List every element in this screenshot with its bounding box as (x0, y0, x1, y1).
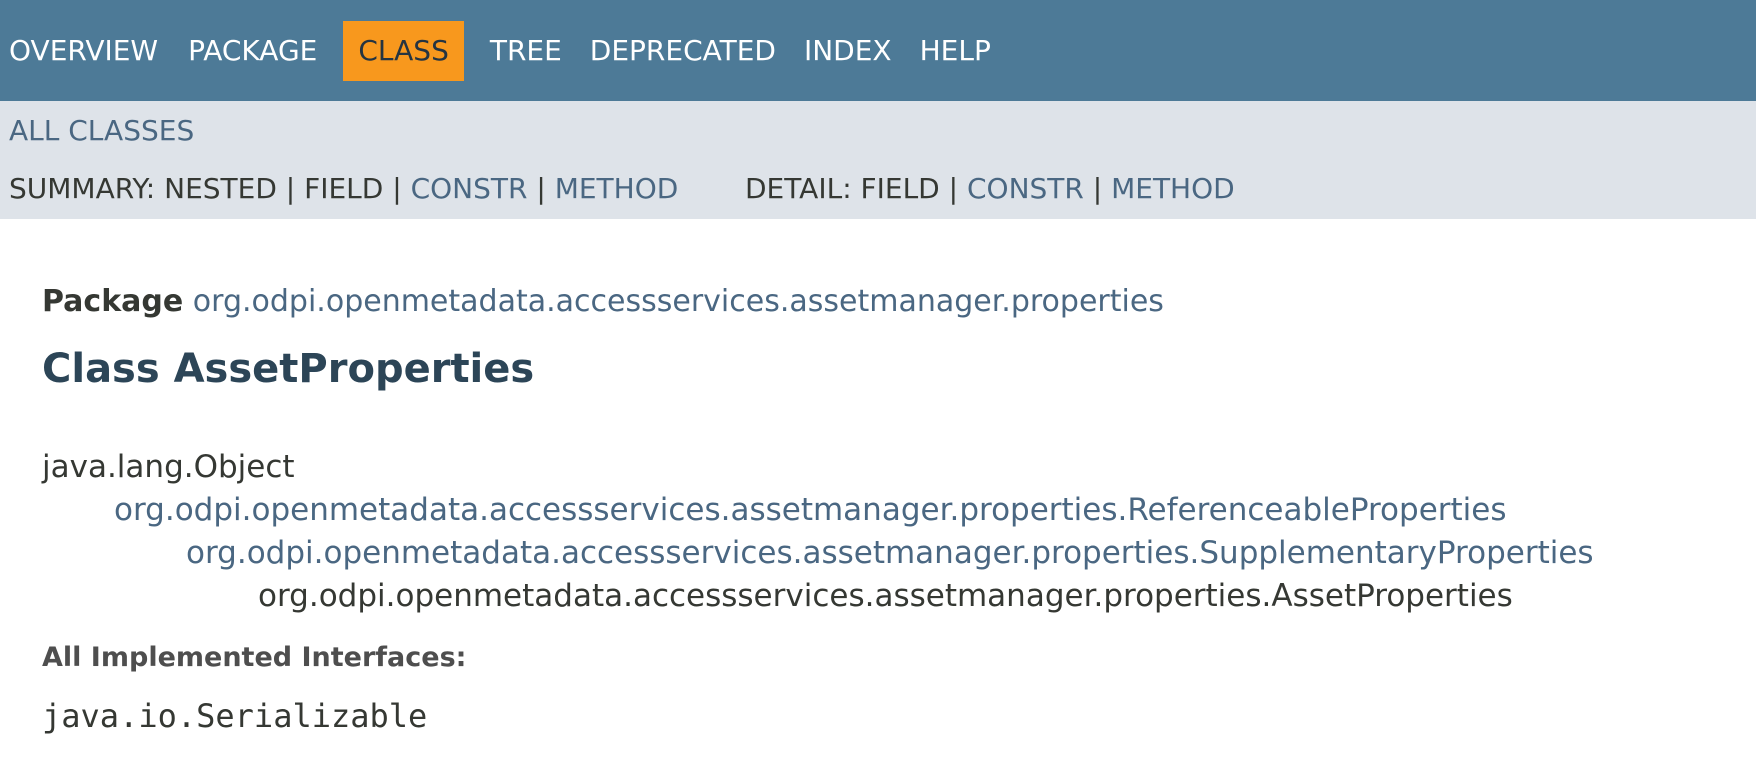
package-link[interactable]: org.odpi.openmetadata.accessservices.ass… (193, 284, 1164, 319)
referenceable-properties-link[interactable]: org.odpi.openmetadata.accessservices.ass… (114, 492, 1507, 528)
summary-method-link[interactable]: METHOD (555, 172, 679, 205)
summary-separator: | (276, 172, 305, 205)
nav-class-label: CLASS (358, 33, 449, 67)
summary-row: SUMMARY: NESTED | FIELD | CONSTR | METHO… (9, 169, 678, 209)
summary-field: FIELD (304, 172, 384, 205)
interfaces-label: All Implemented Interfaces: (42, 642, 467, 673)
detail-field: FIELD (860, 172, 940, 205)
nav-deprecated-link[interactable]: DEPRECATED (580, 21, 786, 81)
class-header: Package org.odpi.openmetadata.accessserv… (42, 280, 1164, 394)
top-nav-list: OVERVIEW PACKAGE CLASS TREE DEPRECATED I… (0, 0, 1756, 101)
nav-item-class-active: CLASS (343, 20, 464, 81)
sub-navigation-bar: ALL CLASSES SUMMARY: NESTED | FIELD | CO… (0, 101, 1756, 219)
inheritance-root: java.lang.Object (42, 449, 295, 485)
nav-help-link[interactable]: HELP (910, 21, 1001, 81)
inheritance-tree: java.lang.Object org.odpi.openmetadata.a… (42, 446, 1594, 618)
top-navigation-bar: OVERVIEW PACKAGE CLASS TREE DEPRECATED I… (0, 0, 1756, 101)
nav-index-link[interactable]: INDEX (794, 21, 902, 81)
inheritance-level-3-current: org.odpi.openmetadata.accessservices.ass… (258, 578, 1513, 614)
nav-tree-link[interactable]: TREE (480, 21, 572, 81)
summary-nested: NESTED (164, 172, 277, 205)
summary-separator: | (383, 172, 411, 205)
page-title: Class AssetProperties (42, 346, 535, 392)
detail-separator: | (939, 172, 967, 205)
inheritance-level-1: org.odpi.openmetadata.accessservices.ass… (42, 489, 1594, 532)
nav-package-link[interactable]: PACKAGE (178, 21, 327, 81)
detail-prefix: DETAIL: (745, 172, 861, 205)
nav-item-deprecated[interactable]: DEPRECATED (580, 21, 786, 81)
nav-item-tree[interactable]: TREE (480, 21, 572, 81)
detail-constr-link[interactable]: CONSTR (967, 172, 1084, 205)
all-classes-link[interactable]: ALL CLASSES (9, 111, 194, 151)
nav-item-index[interactable]: INDEX (794, 21, 902, 81)
summary-separator: | (527, 172, 555, 205)
nav-overview-link[interactable]: OVERVIEW (0, 21, 168, 81)
detail-separator: | (1083, 172, 1112, 205)
nav-item-package[interactable]: PACKAGE (178, 21, 327, 81)
package-label: Package (42, 284, 184, 319)
summary-prefix: SUMMARY: (9, 172, 165, 205)
detail-method-link[interactable]: METHOD (1111, 172, 1235, 205)
nav-item-help[interactable]: HELP (910, 21, 1001, 81)
implemented-interfaces: All Implemented Interfaces: java.io.Seri… (42, 640, 466, 736)
interfaces-value: java.io.Serializable (42, 697, 428, 735)
supplementary-properties-link[interactable]: org.odpi.openmetadata.accessservices.ass… (186, 535, 1594, 571)
package-line: Package org.odpi.openmetadata.accessserv… (42, 280, 1164, 324)
detail-row: DETAIL: FIELD | CONSTR | METHOD (745, 169, 1235, 209)
nav-item-overview[interactable]: OVERVIEW (0, 21, 168, 81)
inheritance-level-2: org.odpi.openmetadata.accessservices.ass… (42, 532, 1594, 575)
summary-constr-link[interactable]: CONSTR (411, 172, 528, 205)
